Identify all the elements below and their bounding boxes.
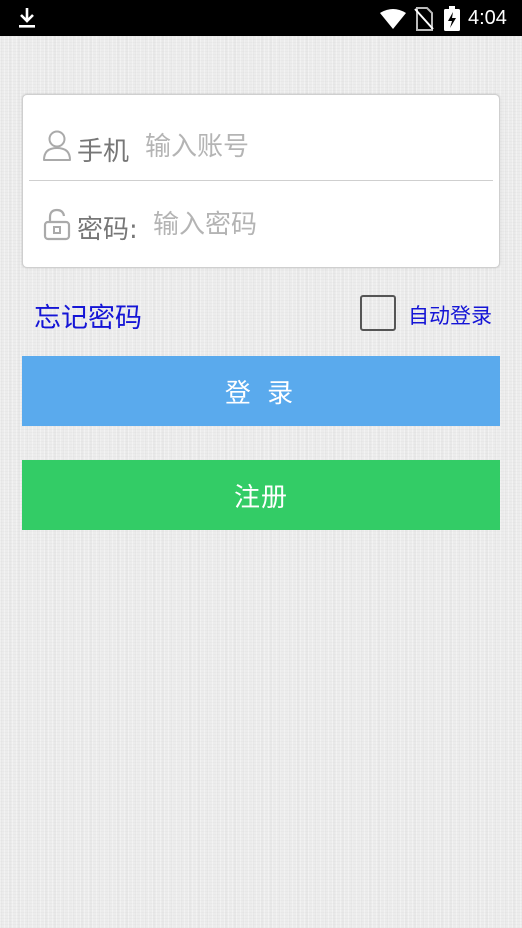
auto-login-toggle[interactable]: 自动登录 (360, 294, 502, 336)
password-label: 密码: (77, 215, 138, 245)
battery-charging-icon (444, 6, 460, 31)
auto-login-label: 自动登录 (408, 304, 492, 328)
lock-icon (43, 208, 71, 241)
login-button[interactable]: 登 录 (22, 356, 500, 426)
download-icon (19, 8, 35, 28)
forgot-password-link[interactable]: 忘记密码 (34, 296, 142, 335)
status-bar: 4:04 (0, 0, 522, 36)
register-button[interactable]: 注册 (22, 460, 500, 530)
auto-login-checkbox[interactable] (360, 295, 396, 331)
user-icon (43, 130, 71, 161)
wifi-icon (380, 9, 406, 29)
password-input[interactable] (153, 205, 473, 245)
phone-label: 手机 (77, 137, 130, 167)
status-time: 4:04 (468, 7, 507, 29)
no-sim-icon (414, 7, 434, 31)
phone-row: 手机 (23, 95, 499, 181)
password-row: 密码: (23, 181, 499, 267)
phone-input[interactable] (145, 127, 475, 167)
login-form-card: 手机 密码: (22, 94, 500, 268)
